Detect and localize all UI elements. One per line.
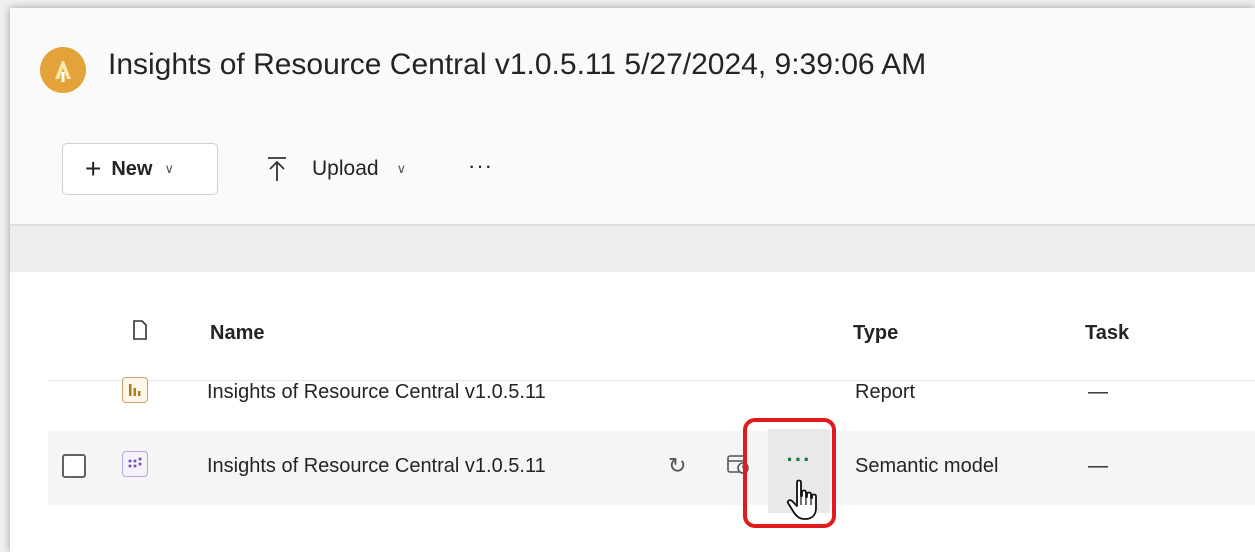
new-button-label: New xyxy=(111,157,153,180)
upload-button-label: Upload xyxy=(312,157,379,180)
row-type: Report xyxy=(855,381,916,403)
page-title: Insights of Resource Central v1.0.5.11 5… xyxy=(108,48,927,81)
file-icon xyxy=(132,320,148,346)
refresh-icon[interactable]: ↻ xyxy=(668,453,686,479)
upload-button[interactable]: Upload ∨ xyxy=(266,143,406,195)
workspace-window: Insights of Resource Central v1.0.5.11 5… xyxy=(10,8,1255,552)
row-type: Semantic model xyxy=(855,455,999,477)
report-icon xyxy=(122,377,148,403)
filter-band xyxy=(10,226,1255,272)
upload-icon xyxy=(266,156,288,182)
workspace-header: Insights of Resource Central v1.0.5.11 5… xyxy=(10,8,1255,117)
column-header-task[interactable]: Task xyxy=(1085,322,1129,345)
chevron-down-icon: ∨ xyxy=(164,161,174,176)
column-header-name[interactable]: Name xyxy=(210,322,264,345)
toolbar: + New ∨ Upload ∨ ··· xyxy=(10,116,1255,226)
plus-icon: + xyxy=(85,153,102,184)
table-row[interactable]: Insights of Resource Central v1.0.5.11 R… xyxy=(48,357,1255,432)
row-name[interactable]: Insights of Resource Central v1.0.5.11 xyxy=(207,381,546,404)
new-button[interactable]: + New ∨ xyxy=(62,143,218,195)
row-task: — xyxy=(1088,455,1108,477)
chevron-down-icon: ∨ xyxy=(396,161,407,176)
row-checkbox[interactable] xyxy=(62,454,86,478)
more-options-button[interactable]: ··· xyxy=(468,155,493,177)
semantic-model-icon xyxy=(122,451,148,477)
row-name[interactable]: Insights of Resource Central v1.0.5.11 xyxy=(207,455,546,478)
hand-cursor-icon xyxy=(785,478,819,527)
table-row[interactable]: Insights of Resource Central v1.0.5.11 ↻… xyxy=(48,429,1255,513)
column-header-type[interactable]: Type xyxy=(853,322,898,345)
items-table: Name Type Task Insights of Resource Cent… xyxy=(10,272,1255,552)
workspace-logo-icon xyxy=(40,47,86,93)
row-task: — xyxy=(1088,381,1108,403)
